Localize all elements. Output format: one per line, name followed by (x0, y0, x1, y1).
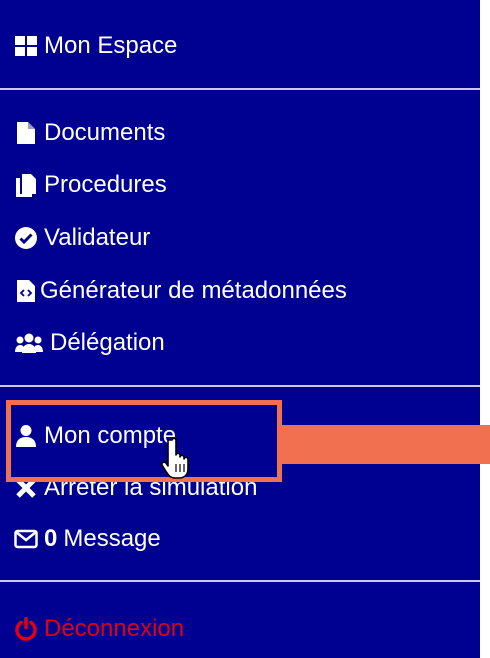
code-file-icon (14, 279, 38, 303)
users-icon (14, 331, 44, 355)
x-icon (14, 476, 38, 500)
power-icon (14, 617, 38, 641)
check-circle-icon (14, 226, 38, 250)
menu-item-label: Validateur (44, 224, 151, 251)
menu-item-label: Générateur de métadonnées (40, 277, 347, 304)
menu-item-message[interactable]: 0 Message (14, 527, 161, 551)
divider (0, 580, 480, 582)
file-icon (14, 121, 38, 145)
menu-item-validateur[interactable]: Validateur (14, 226, 150, 250)
menu-item-documents[interactable]: Documents (14, 121, 165, 145)
side-menu: Mon Espace Documents Procedures Validate… (0, 0, 480, 658)
menu-item-label: Mon compte (44, 422, 177, 449)
menu-item-delegation[interactable]: Délégation (14, 331, 165, 355)
menu-item-label: Mon Espace (44, 32, 178, 59)
menu-item-label: Message (63, 525, 161, 552)
menu-item-label: Documents (44, 119, 166, 146)
user-icon (14, 424, 38, 448)
menu-item-deconnexion[interactable]: Déconnexion (14, 617, 184, 641)
menu-item-label: Délégation (50, 329, 165, 356)
grid-icon (14, 34, 38, 58)
message-count: 0 (44, 525, 58, 552)
menu-item-mon-compte[interactable]: Mon compte (14, 424, 176, 448)
menu-item-arreter-simulation[interactable]: Arrêter la simulation (14, 476, 257, 500)
menu-item-label: Procedures (44, 171, 167, 198)
divider (0, 88, 480, 90)
envelope-icon (14, 527, 38, 551)
menu-item-procedures[interactable]: Procedures (14, 173, 167, 197)
menu-item-generateur[interactable]: Générateur de métadonnées (14, 279, 347, 303)
files-icon (14, 173, 38, 197)
divider (0, 385, 480, 387)
menu-item-mon-espace[interactable]: Mon Espace (14, 34, 177, 58)
menu-item-label: Arrêter la simulation (44, 474, 258, 501)
menu-item-label: Déconnexion (44, 615, 185, 642)
